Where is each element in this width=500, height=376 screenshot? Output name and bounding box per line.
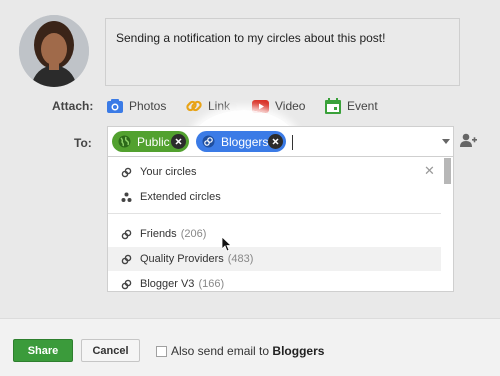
dropdown-item-count: (206) — [180, 228, 207, 240]
dropdown-item-quality-providers[interactable]: Quality Providers (483) — [108, 247, 441, 271]
mouse-pointer-icon — [222, 237, 232, 252]
circles-dropdown: ✕ Your circles Extended circles Friends — [107, 157, 454, 292]
share-box-panel: Sending a notification to my circles abo… — [0, 0, 500, 318]
chip-bloggers-label: Bloggers — [221, 134, 269, 149]
to-label: To: — [74, 136, 92, 150]
dropdown-item-your-circles[interactable]: Your circles — [108, 160, 441, 184]
globe-icon — [118, 135, 131, 148]
attach-label: Attach: — [52, 99, 94, 113]
circles-link-icon — [202, 135, 215, 148]
chip-public-label: Public — [137, 134, 170, 149]
dropdown-scrollbar[interactable] — [444, 158, 451, 184]
calendar-icon — [325, 98, 341, 114]
camera-icon — [107, 99, 123, 113]
post-text-area[interactable]: Sending a notification to my circles abo… — [105, 18, 460, 86]
link-icon — [186, 100, 202, 112]
dropdown-item-label: Your circles — [140, 166, 197, 178]
cancel-button[interactable]: Cancel — [81, 339, 140, 362]
email-prefix: Also send email to — [171, 344, 270, 358]
attach-photos-label: Photos — [129, 99, 167, 113]
attach-event-label: Event — [347, 99, 378, 113]
extended-circles-icon — [121, 192, 132, 202]
text-caret — [292, 135, 293, 150]
dropdown-item-count: (483) — [227, 253, 254, 265]
email-option-label: Also send email to Bloggers — [171, 344, 324, 358]
add-person-icon[interactable] — [460, 133, 477, 148]
dropdown-item-count: (166) — [198, 278, 225, 290]
remove-chip-bloggers-icon[interactable] — [268, 134, 283, 149]
dropdown-item-label: Blogger V3 — [140, 278, 195, 290]
dropdown-arrow-icon[interactable] — [442, 139, 450, 144]
dropdown-divider — [108, 213, 441, 214]
dropdown-item-label: Friends — [140, 228, 177, 240]
email-target: Bloggers — [272, 344, 325, 358]
circles-link-icon — [121, 279, 132, 289]
dropdown-item-friends[interactable]: Friends (206) — [108, 222, 441, 246]
chip-bloggers[interactable]: Bloggers — [196, 131, 286, 152]
remove-chip-public-icon[interactable] — [171, 134, 186, 149]
avatar — [19, 15, 89, 87]
circles-link-icon — [121, 229, 132, 239]
share-button[interactable]: Share — [13, 339, 73, 362]
chip-public[interactable]: Public — [112, 131, 189, 152]
attach-photos-button[interactable]: Photos — [107, 96, 166, 116]
dropdown-item-blogger-v3[interactable]: Blogger V3 (166) — [108, 272, 441, 291]
attach-video-label: Video — [275, 99, 306, 113]
attach-event-button[interactable]: Event — [325, 96, 378, 116]
share-footer: Share Cancel Also send email to Bloggers — [0, 318, 500, 376]
recipients-input[interactable]: Public Bloggers — [107, 126, 454, 157]
email-checkbox[interactable] — [156, 346, 167, 357]
dropdown-item-label: Extended circles — [140, 191, 221, 203]
circles-link-icon — [121, 167, 132, 177]
dropdown-item-label: Quality Providers — [140, 253, 224, 265]
circles-link-icon — [121, 254, 132, 264]
dropdown-item-extended-circles[interactable]: Extended circles — [108, 185, 441, 209]
post-text: Sending a notification to my circles abo… — [116, 31, 386, 45]
